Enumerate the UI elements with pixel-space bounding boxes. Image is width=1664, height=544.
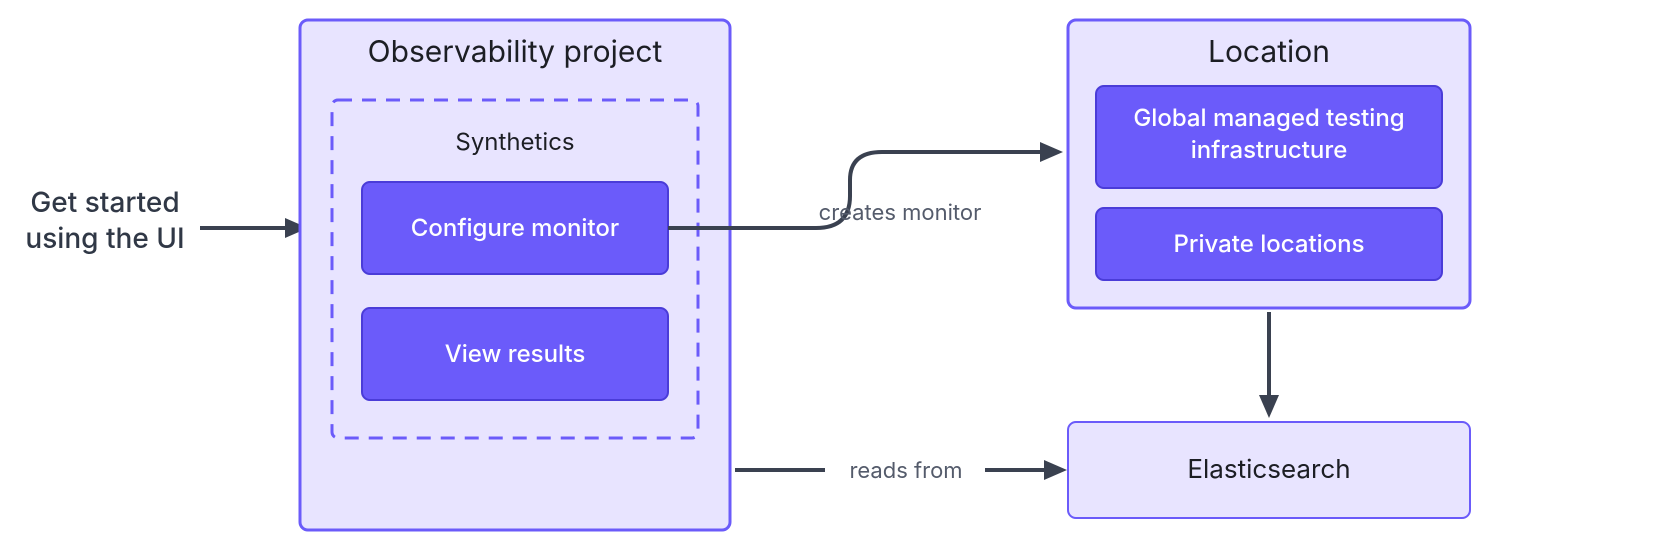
view-results-node: View results bbox=[362, 308, 668, 400]
private-locations-node: Private locations bbox=[1096, 208, 1442, 280]
arrow-location-to-es bbox=[1259, 312, 1279, 418]
edge-creates-label: creates monitor bbox=[819, 200, 982, 226]
elasticsearch-node: Elasticsearch bbox=[1068, 422, 1470, 518]
configure-monitor-node: Configure monitor bbox=[362, 182, 668, 274]
global-line1: Global managed testing bbox=[1133, 103, 1404, 132]
observability-title: Observability project bbox=[368, 34, 663, 70]
start-node: Get started using the UI bbox=[25, 185, 184, 255]
global-line2: infrastructure bbox=[1191, 135, 1348, 164]
start-line1: Get started bbox=[30, 185, 179, 219]
start-line2: using the UI bbox=[25, 221, 184, 255]
architecture-diagram: Get started using the UI Observability p… bbox=[0, 0, 1664, 544]
edge-reads-label: reads from bbox=[849, 458, 962, 484]
global-infra-node: Global managed testing infrastructure bbox=[1096, 86, 1442, 188]
elasticsearch-label: Elasticsearch bbox=[1187, 454, 1350, 485]
location-panel: Location Global managed testing infrastr… bbox=[1068, 20, 1470, 308]
arrow-reads-from: reads from bbox=[735, 458, 1067, 484]
view-results-label: View results bbox=[445, 339, 586, 368]
private-locations-label: Private locations bbox=[1173, 229, 1364, 258]
observability-panel: Observability project Synthetics Configu… bbox=[300, 20, 730, 530]
configure-monitor-label: Configure monitor bbox=[411, 213, 619, 242]
synthetics-title: Synthetics bbox=[455, 127, 574, 156]
location-title: Location bbox=[1208, 34, 1330, 70]
arrow-start-to-configure bbox=[200, 218, 308, 238]
